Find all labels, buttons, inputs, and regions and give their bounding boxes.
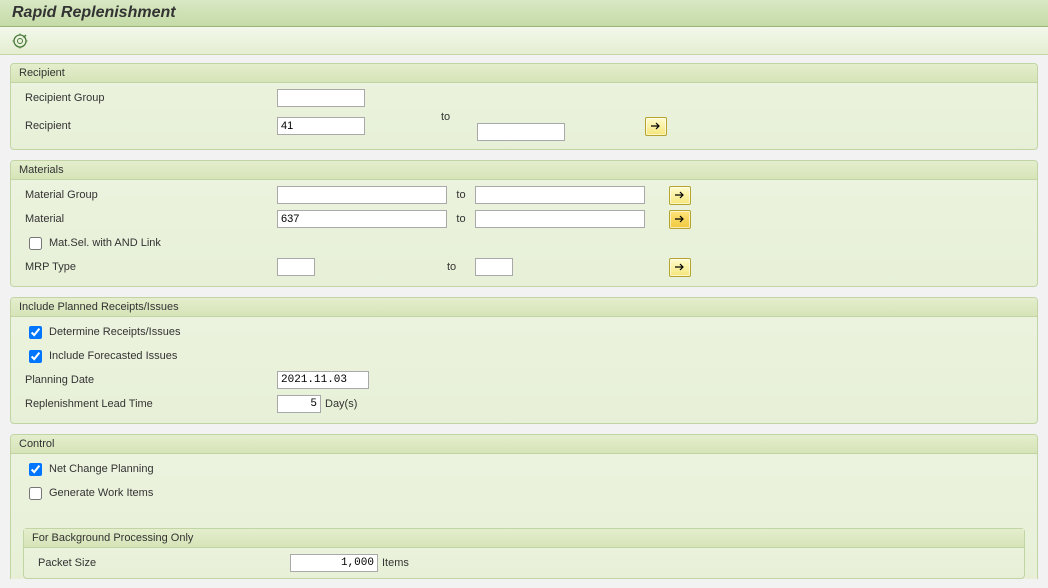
- input-material-group-to[interactable]: [475, 186, 645, 204]
- group-background: For Background Processing Only Packet Si…: [23, 528, 1025, 579]
- checkbox-matsel-and[interactable]: [29, 237, 42, 250]
- checkbox-include-forecast[interactable]: [29, 350, 42, 363]
- input-planning-date[interactable]: [277, 371, 369, 389]
- row-genwork: Generate Work Items: [19, 482, 1029, 504]
- group-planned: Include Planned Receipts/Issues Determin…: [10, 297, 1038, 424]
- row-material: Material to: [19, 208, 1029, 230]
- label-to-matgroup: to: [456, 189, 465, 201]
- checkbox-net-change[interactable]: [29, 463, 42, 476]
- label-recipient-group: Recipient Group: [19, 92, 277, 104]
- row-recipient-group: Recipient Group: [19, 87, 1029, 109]
- multi-select-mrp[interactable]: [669, 258, 691, 277]
- label-recipient: Recipient: [19, 120, 277, 132]
- checkbox-determine-receipts[interactable]: [29, 326, 42, 339]
- label-items-unit: Items: [382, 557, 409, 569]
- group-title-recipient: Recipient: [11, 64, 1037, 83]
- label-mrp-type: MRP Type: [19, 261, 277, 273]
- label-netchange: Net Change Planning: [49, 463, 154, 475]
- label-to-mrp: to: [447, 261, 456, 273]
- label-to-material: to: [456, 213, 465, 225]
- label-days-unit: Day(s): [325, 398, 357, 410]
- row-material-group: Material Group to: [19, 184, 1029, 206]
- label-replenish-lead: Replenishment Lead Time: [19, 398, 277, 410]
- toolbar: [0, 27, 1048, 55]
- row-replenish: Replenishment Lead Time Day(s): [19, 393, 1029, 415]
- execute-button[interactable]: [10, 31, 30, 51]
- group-title-materials: Materials: [11, 161, 1037, 180]
- input-material-from[interactable]: [277, 210, 447, 228]
- group-title-background: For Background Processing Only: [24, 529, 1024, 548]
- label-planning-date: Planning Date: [19, 374, 277, 386]
- row-planning-date: Planning Date: [19, 369, 1029, 391]
- multi-select-material-group[interactable]: [669, 186, 691, 205]
- input-mrp-from[interactable]: [277, 258, 315, 276]
- multi-select-recipient[interactable]: [645, 117, 667, 136]
- group-title-control: Control: [11, 435, 1037, 454]
- label-genwork: Generate Work Items: [49, 487, 153, 499]
- group-title-planned: Include Planned Receipts/Issues: [11, 298, 1037, 317]
- arrow-right-icon: [674, 262, 686, 272]
- group-materials: Materials Material Group to: [10, 160, 1038, 287]
- input-material-group-from[interactable]: [277, 186, 447, 204]
- arrow-right-icon: [650, 121, 662, 131]
- row-netchange: Net Change Planning: [19, 458, 1029, 480]
- group-control: Control Net Change Planning Generate Wor…: [10, 434, 1038, 579]
- input-replenish-days[interactable]: [277, 395, 321, 413]
- row-packet-size: Packet Size Items: [32, 552, 1016, 574]
- label-material-group: Material Group: [19, 189, 277, 201]
- multi-select-material[interactable]: [669, 210, 691, 229]
- label-material: Material: [19, 213, 277, 225]
- label-forecast: Include Forecasted Issues: [49, 350, 177, 362]
- input-recipient-group[interactable]: [277, 89, 365, 107]
- input-recipient-to[interactable]: [477, 123, 565, 141]
- input-packet-size[interactable]: [290, 554, 378, 572]
- row-forecast: Include Forecasted Issues: [19, 345, 1029, 367]
- row-determine: Determine Receipts/Issues: [19, 321, 1029, 343]
- label-to-recipient: to: [441, 111, 450, 123]
- title-bar: Rapid Replenishment: [0, 0, 1048, 27]
- label-determine: Determine Receipts/Issues: [49, 326, 180, 338]
- app-root: Rapid Replenishment Recipient Recipient …: [0, 0, 1048, 579]
- input-material-to[interactable]: [475, 210, 645, 228]
- content-area: Recipient Recipient Group Recipient to: [0, 55, 1048, 579]
- input-mrp-to[interactable]: [475, 258, 513, 276]
- label-packet-size: Packet Size: [32, 557, 290, 569]
- arrow-right-icon: [674, 190, 686, 200]
- row-matsel: Mat.Sel. with AND Link: [19, 232, 1029, 254]
- label-matsel: Mat.Sel. with AND Link: [49, 237, 161, 249]
- execute-icon: [12, 33, 28, 49]
- input-recipient-from[interactable]: [277, 117, 365, 135]
- row-mrp-type: MRP Type to: [19, 256, 1029, 278]
- arrow-right-icon: [674, 214, 686, 224]
- group-recipient: Recipient Recipient Group Recipient to: [10, 63, 1038, 150]
- row-recipient: Recipient to: [19, 111, 1029, 141]
- checkbox-generate-work-items[interactable]: [29, 487, 42, 500]
- page-title: Rapid Replenishment: [12, 4, 1036, 22]
